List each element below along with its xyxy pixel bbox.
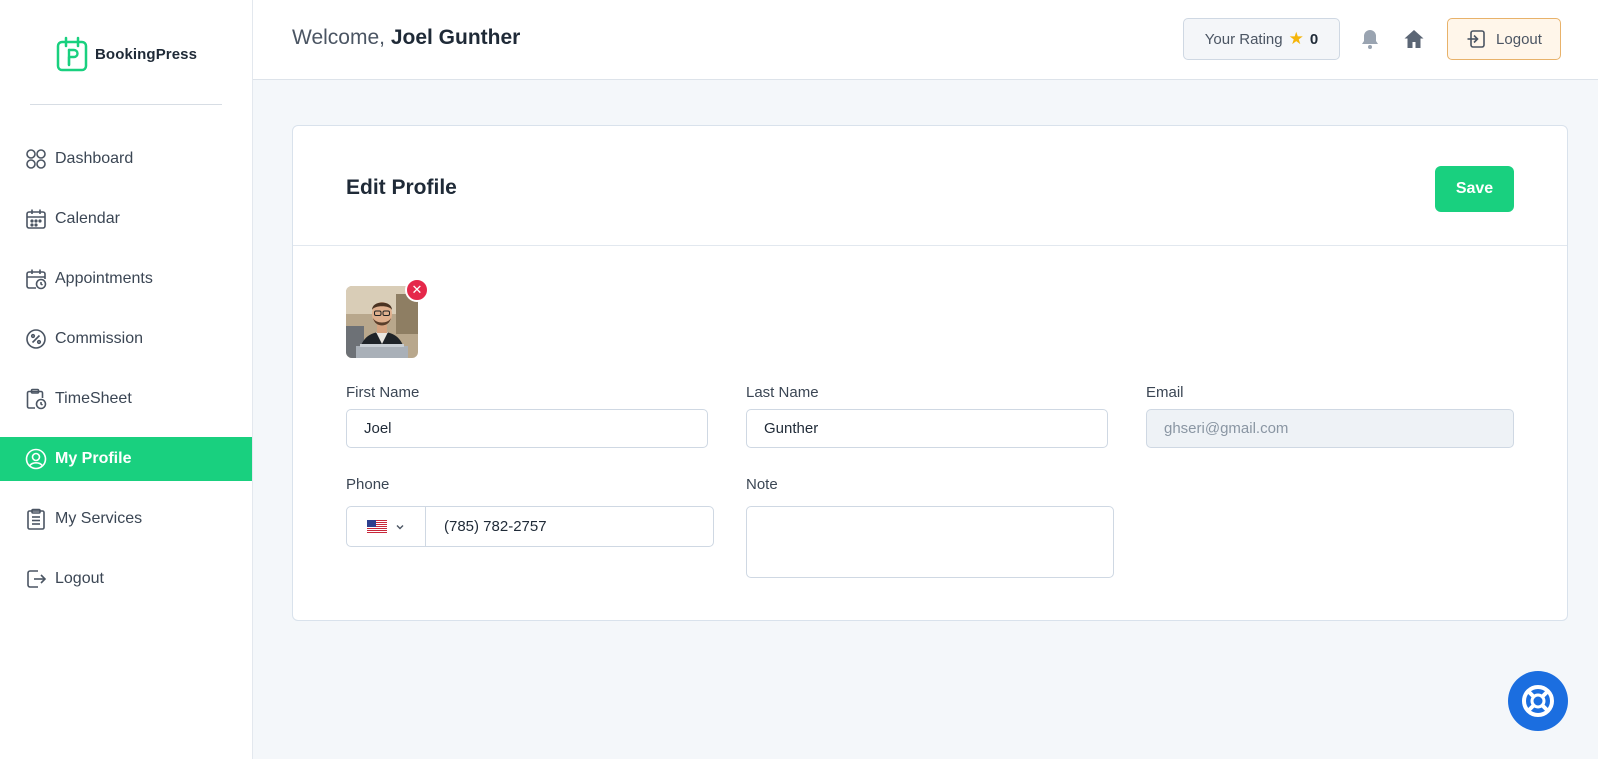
brand-name: BookingPress xyxy=(95,45,198,63)
note-textarea[interactable] xyxy=(746,506,1114,578)
sidebar-item-appointments[interactable]: Appointments xyxy=(0,257,252,301)
save-button[interactable]: Save xyxy=(1435,166,1514,212)
sidebar-item-commission[interactable]: Commission xyxy=(0,317,252,361)
phone-label: Phone xyxy=(346,476,390,493)
calendar-icon xyxy=(25,208,47,230)
sidebar-item-dashboard[interactable]: Dashboard xyxy=(0,137,252,181)
sidebar-item-my-services[interactable]: My Services xyxy=(0,497,252,541)
sidebar-item-label: Dashboard xyxy=(55,150,134,167)
rating-label: Your Rating xyxy=(1204,30,1283,48)
user-circle-icon xyxy=(25,448,47,470)
bell-icon[interactable] xyxy=(1360,28,1380,50)
phone-input[interactable]: (785) 782-2757 xyxy=(426,507,713,546)
sidebar-item-timesheet[interactable]: TimeSheet xyxy=(0,377,252,421)
grid-icon xyxy=(25,148,47,170)
welcome-prefix: Welcome, xyxy=(292,26,385,49)
help-button[interactable] xyxy=(1508,671,1568,731)
note-label: Note xyxy=(746,476,778,493)
sidebar-item-calendar[interactable]: Calendar xyxy=(0,197,252,241)
sidebar-item-label: My Profile xyxy=(55,450,132,467)
header-logout-button[interactable]: Logout xyxy=(1447,18,1561,60)
sidebar: BookingPress Dashboard Calendar Appointm… xyxy=(0,0,253,759)
sidebar-item-my-profile[interactable]: My Profile xyxy=(0,437,252,481)
last-name-label: Last Name xyxy=(746,384,819,401)
edit-profile-card: Edit Profile Save ✕ First Name Joel Last… xyxy=(292,125,1568,621)
card-header: Edit Profile Save xyxy=(293,126,1567,246)
logout-label: Logout xyxy=(1496,30,1542,48)
country-code-select[interactable] xyxy=(347,507,426,546)
percent-badge-icon xyxy=(25,328,47,350)
first-name-label: First Name xyxy=(346,384,420,401)
sidebar-item-label: My Services xyxy=(55,510,143,527)
clipboard-clock-icon xyxy=(25,388,47,410)
sidebar-nav: Dashboard Calendar Appointments Commissi… xyxy=(0,137,252,617)
chevron-down-icon xyxy=(396,524,404,529)
logout-icon xyxy=(25,568,47,590)
welcome-message: Welcome, Joel Gunther xyxy=(292,26,520,50)
logout-icon xyxy=(1467,30,1485,48)
sidebar-item-label: Commission xyxy=(55,330,144,347)
sidebar-item-label: TimeSheet xyxy=(55,390,132,407)
email-field: ghseri@gmail.com xyxy=(1146,409,1514,448)
sidebar-divider xyxy=(30,104,222,105)
page-title: Edit Profile xyxy=(346,176,457,199)
close-icon: ✕ xyxy=(411,282,423,297)
top-header: Welcome, Joel Gunther Your Rating ★ 0 Lo… xyxy=(253,0,1598,80)
rating-value: 0 xyxy=(1309,30,1319,48)
your-rating-badge[interactable]: Your Rating ★ 0 xyxy=(1183,18,1340,60)
sidebar-item-label: Logout xyxy=(55,570,104,587)
email-label: Email xyxy=(1146,384,1184,401)
first-name-input[interactable]: Joel xyxy=(346,409,708,448)
us-flag-icon xyxy=(367,520,387,533)
sidebar-item-label: Calendar xyxy=(55,210,120,227)
brand[interactable]: BookingPress xyxy=(55,36,197,72)
sidebar-item-label: Appointments xyxy=(55,270,153,287)
bookingpress-logo-icon xyxy=(56,36,88,72)
calendar-clock-icon xyxy=(25,268,47,290)
lifebuoy-icon xyxy=(1522,685,1554,717)
user-name: Joel Gunther xyxy=(390,26,521,49)
remove-avatar-button[interactable]: ✕ xyxy=(405,278,429,302)
phone-field: (785) 782-2757 xyxy=(346,506,714,547)
star-icon: ★ xyxy=(1288,29,1304,48)
last-name-input[interactable]: Gunther xyxy=(746,409,1108,448)
clipboard-list-icon xyxy=(25,508,47,530)
home-icon[interactable] xyxy=(1403,28,1425,50)
sidebar-item-logout[interactable]: Logout xyxy=(0,557,252,601)
